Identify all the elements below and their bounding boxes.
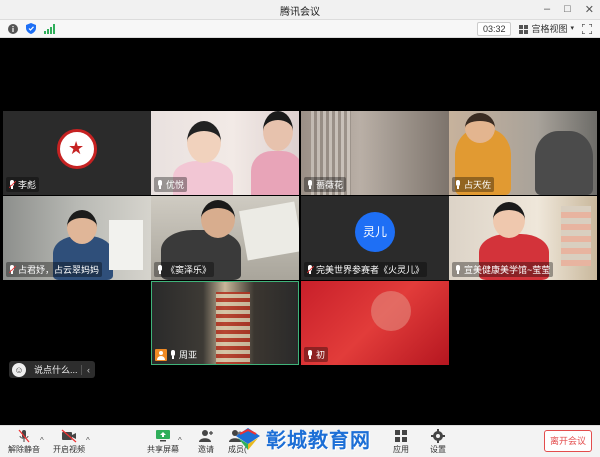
mic-icon (455, 180, 461, 189)
participant-name: 占君妤，占云翠妈妈 (18, 265, 100, 275)
signal-icon[interactable] (44, 23, 55, 34)
meeting-window: 腾讯会议 – □ ✕ 03:32 宫格视图 ▾ ★ 李彪 优悦 薔薇花 占天佐 … (0, 0, 600, 457)
mic-icon (157, 265, 163, 274)
video-tile[interactable]: 薔薇花 (301, 111, 449, 195)
host-badge-icon (155, 348, 167, 361)
participant-name: 周亚 (179, 350, 198, 360)
participant-name: 宣美健康美学馆~莹莹 (464, 265, 551, 275)
participant-label: 占君妤，占云翠妈妈 (6, 262, 103, 277)
mic-muted-icon (306, 265, 315, 274)
collapse-arrow-icon[interactable]: ‹ (81, 364, 95, 375)
mic-icon (170, 350, 176, 359)
window-controls: – □ ✕ (544, 3, 594, 16)
meeting-timer: 03:32 (476, 22, 512, 36)
share-screen-label: 共享屏幕 (147, 445, 179, 454)
shield-icon[interactable] (26, 23, 36, 34)
participant-label: 宣美健康美学馆~莹莹 (452, 262, 554, 277)
participant-name: 优悦 (166, 180, 185, 190)
video-tile[interactable]: 占天佐 (449, 111, 597, 195)
chat-quick-input[interactable]: ☺ 说点什么... ‹ (9, 361, 95, 378)
apps-button[interactable]: 应用 (392, 429, 410, 455)
mic-icon (307, 180, 313, 189)
invite-label: 邀请 (198, 445, 214, 454)
participant-label: 周亚 (152, 347, 200, 362)
participant-name: 薔薇花 (316, 180, 344, 190)
participant-name: 占天佐 (464, 180, 492, 190)
invite-button[interactable]: 邀请 (197, 429, 215, 455)
video-tile-active-speaker[interactable]: 周亚 (151, 281, 299, 365)
add-person-icon (199, 430, 213, 442)
settings-button[interactable]: 设置 (429, 429, 447, 455)
grid-view-button[interactable]: 宫格视图 ▾ (519, 22, 574, 36)
participant-label: 优悦 (154, 177, 188, 192)
participant-name: 《窦泽乐》 (166, 265, 212, 275)
grid-icon (519, 24, 529, 34)
settings-label: 设置 (430, 445, 446, 454)
leave-meeting-button[interactable]: 离开会议 (544, 430, 592, 452)
chevron-down-icon: ▾ (570, 25, 574, 32)
mic-icon (157, 180, 163, 189)
participant-label: 薔薇花 (304, 177, 347, 192)
unmute-button[interactable]: 解除静音 (8, 429, 40, 455)
unmute-label: 解除静音 (8, 445, 40, 454)
grid-view-label: 宫格视图 (531, 24, 568, 34)
start-video-button[interactable]: 开启视频 (53, 429, 85, 455)
video-tile[interactable]: 占君妤，占云翠妈妈 (3, 196, 151, 280)
video-tile[interactable]: 优悦 (151, 111, 299, 195)
watermark: 彰城教育网 (234, 424, 371, 453)
video-tile[interactable]: 灵儿 完美世界参赛者《火灵儿》 (301, 196, 449, 280)
info-icon[interactable] (8, 23, 18, 34)
window-title: 腾讯会议 (280, 7, 320, 18)
chevron-up-icon[interactable]: ^ (178, 436, 182, 445)
emoji-icon[interactable]: ☺ (12, 362, 26, 377)
share-screen-button[interactable]: 共享屏幕 (147, 429, 179, 455)
close-icon[interactable]: ✕ (585, 3, 594, 16)
participant-name: 完美世界参赛者《火灵儿》 (316, 265, 425, 275)
mic-icon (455, 265, 461, 274)
mic-muted-icon (18, 429, 30, 443)
chat-placeholder[interactable]: 说点什么... (34, 363, 81, 376)
meeting-toolbar: 03:32 宫格视图 ▾ (0, 20, 600, 38)
participant-label: 完美世界参赛者《火灵儿》 (304, 262, 428, 277)
fullscreen-icon[interactable] (582, 24, 592, 34)
participant-label: 《窦泽乐》 (154, 262, 215, 277)
video-tile[interactable]: 初 (301, 281, 449, 365)
start-video-label: 开启视频 (53, 445, 85, 454)
maximize-icon[interactable]: □ (564, 3, 571, 16)
participant-label: 占天佐 (452, 177, 495, 192)
minimize-icon[interactable]: – (544, 3, 550, 16)
video-tile[interactable]: ★ 李彪 (3, 111, 151, 195)
apps-label: 应用 (393, 445, 409, 454)
participant-name: 初 (316, 350, 326, 360)
gear-icon (431, 429, 445, 443)
apps-grid-icon (395, 430, 407, 442)
participant-name: 李彪 (18, 180, 37, 190)
chevron-up-icon[interactable]: ^ (40, 436, 44, 445)
mic-icon (307, 350, 313, 359)
share-screen-icon (156, 430, 170, 442)
video-tile[interactable]: 《窦泽乐》 (151, 196, 299, 280)
book-logo-icon (236, 427, 260, 450)
participant-label: 初 (304, 347, 329, 362)
star-icon: ★ (68, 138, 85, 158)
avatar: 灵儿 (355, 212, 395, 252)
camera-off-icon (61, 429, 77, 443)
chevron-up-icon[interactable]: ^ (86, 436, 90, 445)
participant-label: 李彪 (6, 177, 40, 192)
title-bar: 腾讯会议 – □ ✕ (0, 0, 600, 20)
watermark-text: 彰城教育网 (266, 428, 371, 452)
mic-muted-icon (8, 265, 17, 274)
video-tile[interactable]: 宣美健康美学馆~莹莹 (449, 196, 597, 280)
mic-muted-icon (8, 180, 17, 189)
organization-logo: ★ (57, 129, 97, 169)
